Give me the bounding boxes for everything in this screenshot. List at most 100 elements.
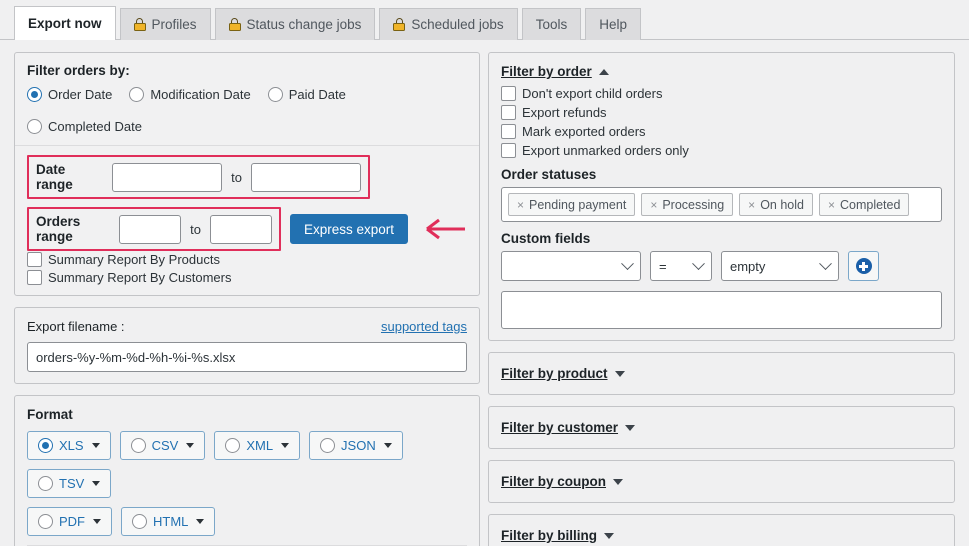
tag-label: On hold (760, 197, 804, 212)
checkbox-summary-by-products[interactable]: Summary Report By Products (27, 252, 467, 267)
summary-report-checkboxes: Summary Report By Products Summary Repor… (27, 252, 467, 285)
radio-completed-date[interactable]: Completed Date (27, 119, 142, 134)
checkbox-dont-export-child-orders[interactable]: Don't export child orders (501, 86, 942, 101)
checkbox-label: Export refunds (522, 105, 607, 120)
filter-by-customer-panel[interactable]: Filter by customer (488, 406, 955, 449)
custom-field-extra-input[interactable] (501, 291, 942, 329)
radio-order-date[interactable]: Order Date (27, 87, 112, 102)
filter-by-billing-panel[interactable]: Filter by billing (488, 514, 955, 546)
lock-icon (228, 18, 241, 31)
format-options-row-1: XLS CSV XML JSON TSV (27, 431, 467, 498)
tag-label: Processing (662, 197, 725, 212)
order-statuses-label: Order statuses (501, 167, 597, 182)
radio-indicator (38, 514, 53, 529)
filter-by-order-header[interactable]: Filter by order (501, 64, 609, 79)
format-label: CSV (151, 438, 179, 453)
radio-indicator (267, 87, 283, 102)
checkbox-summary-by-customers[interactable]: Summary Report By Customers (27, 270, 467, 285)
right-column: Filter by order Don't export child order… (488, 52, 955, 546)
format-label: HTML (153, 514, 189, 529)
filter-by-coupon-header[interactable]: Filter by coupon (501, 474, 624, 489)
checkbox-indicator (501, 143, 516, 158)
format-option-csv[interactable]: CSV (119, 431, 206, 460)
radio-indicator (225, 438, 241, 453)
add-custom-field-button[interactable] (848, 251, 879, 281)
date-range-to-input[interactable] (251, 162, 361, 192)
radio-modification-date[interactable]: Modification Date (129, 87, 251, 102)
filter-by-product-header[interactable]: Filter by product (501, 366, 625, 381)
order-statuses-tagbox[interactable]: × Pending payment × Processing × On hold… (501, 187, 942, 222)
left-column: Filter orders by: Order Date Modificatio… (14, 52, 480, 546)
chevron-down-icon (383, 443, 392, 448)
tab-help[interactable]: Help (585, 8, 641, 40)
format-option-pdf[interactable]: PDF (27, 507, 112, 536)
format-label: TSV (59, 476, 85, 491)
filter-by-coupon-title: Filter by coupon (501, 474, 607, 489)
checkbox-export-refunds[interactable]: Export refunds (501, 105, 942, 120)
tab-label: Profiles (151, 17, 197, 32)
date-range-to-label: to (231, 169, 242, 185)
tab-status-change-jobs[interactable]: Status change jobs (214, 8, 376, 40)
checkbox-export-unmarked-orders-only[interactable]: Export unmarked orders only (501, 143, 942, 158)
tab-strip: Export now Profiles Status change jobs S… (0, 0, 969, 40)
checkbox-label: Don't export child orders (522, 86, 663, 101)
export-filename-label: Export filename : (27, 319, 125, 334)
custom-field-operator-select[interactable]: = (650, 251, 712, 281)
radio-label: Modification Date (150, 87, 251, 102)
filter-by-billing-header[interactable]: Filter by billing (501, 528, 615, 543)
tab-label: Help (599, 17, 627, 32)
tab-scheduled-jobs[interactable]: Scheduled jobs (379, 8, 518, 40)
tab-label: Scheduled jobs (411, 17, 504, 32)
filter-by-coupon-panel[interactable]: Filter by coupon (488, 460, 955, 503)
date-range-row: Date range to (36, 162, 361, 192)
filter-by-product-panel[interactable]: Filter by product (488, 352, 955, 395)
radio-paid-date[interactable]: Paid Date (267, 87, 346, 102)
filter-by-order-checkboxes: Don't export child orders Export refunds… (501, 86, 942, 158)
remove-tag-icon[interactable]: × (650, 198, 657, 212)
format-option-xml[interactable]: XML (214, 431, 301, 460)
tag-pending-payment[interactable]: × Pending payment (508, 193, 636, 216)
format-label: PDF (59, 514, 85, 529)
remove-tag-icon[interactable]: × (517, 198, 524, 212)
supported-tags-link[interactable]: supported tags (381, 319, 467, 334)
radio-indicator (320, 438, 336, 453)
export-now-page: Export now Profiles Status change jobs S… (0, 0, 969, 546)
remove-tag-icon[interactable]: × (748, 198, 755, 212)
format-option-html[interactable]: HTML (121, 507, 216, 536)
tag-label: Pending payment (529, 197, 627, 212)
date-range-from-input[interactable] (112, 162, 223, 192)
orders-range-highlight-box: Orders range to (27, 207, 281, 251)
filter-by-customer-header[interactable]: Filter by customer (501, 420, 636, 435)
checkbox-indicator (501, 86, 516, 101)
tab-export-now[interactable]: Export now (14, 6, 116, 40)
format-option-xls[interactable]: XLS (27, 431, 111, 460)
format-option-tsv[interactable]: TSV (27, 469, 112, 498)
orders-range-to-input[interactable] (209, 214, 272, 244)
chevron-down-icon (613, 478, 624, 485)
export-filename-header: Export filename : supported tags (27, 319, 467, 334)
chevron-down-icon (625, 424, 636, 431)
filter-by-customer-title: Filter by customer (501, 420, 619, 435)
chevron-down-icon (819, 256, 832, 270)
checkbox-indicator (501, 105, 516, 120)
export-filename-input[interactable] (27, 342, 467, 372)
tag-completed[interactable]: × Completed (818, 193, 910, 216)
lock-icon (133, 18, 146, 31)
radio-label: Completed Date (48, 119, 142, 134)
tab-profiles[interactable]: Profiles (119, 8, 211, 40)
tab-label: Status change jobs (246, 17, 362, 32)
format-title: Format (27, 407, 73, 422)
lock-icon (393, 18, 406, 31)
custom-field-name-select[interactable] (501, 251, 641, 281)
format-option-json[interactable]: JSON (309, 431, 403, 460)
checkbox-mark-exported-orders[interactable]: Mark exported orders (501, 124, 942, 139)
tag-on-hold[interactable]: × On hold (739, 193, 813, 216)
radio-indicator (27, 87, 42, 102)
orders-range-from-input[interactable] (119, 214, 182, 244)
express-export-button[interactable]: Express export (289, 214, 408, 244)
remove-tag-icon[interactable]: × (828, 198, 835, 212)
custom-field-value-select[interactable]: empty (721, 251, 839, 281)
tag-processing[interactable]: × Processing (641, 193, 734, 216)
chevron-down-icon (196, 519, 205, 524)
tab-tools[interactable]: Tools (521, 8, 582, 40)
